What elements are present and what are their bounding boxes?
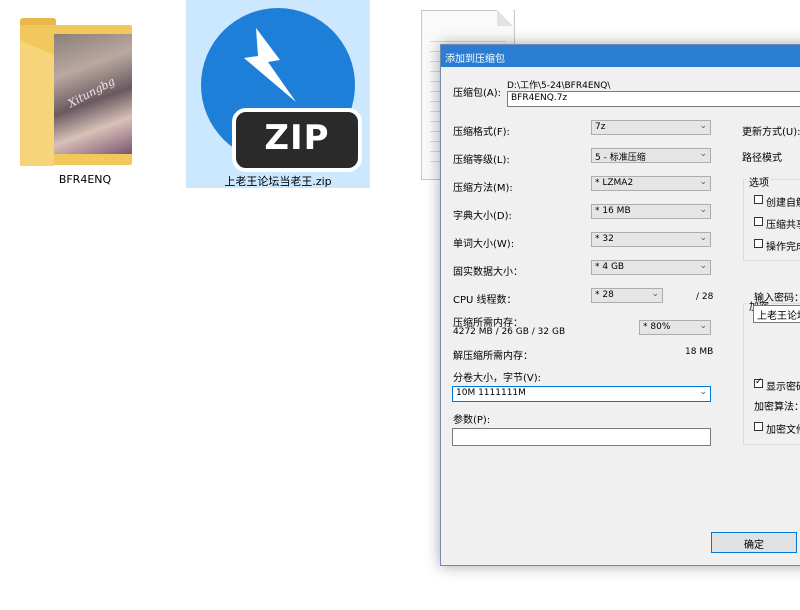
- cpu-value: * 28: [595, 290, 614, 300]
- cpu-select[interactable]: * 28 ⌄: [591, 288, 663, 303]
- archive-name-value: BFR4ENQ.7z: [511, 93, 568, 103]
- zip-badge-text: ZIP: [264, 118, 330, 158]
- archive-name-input[interactable]: BFR4ENQ.7z: [507, 91, 800, 107]
- folder-icon-front: [20, 40, 54, 166]
- zip-badge: ZIP: [232, 108, 362, 172]
- mem-select[interactable]: * 80% ⌄: [639, 320, 711, 335]
- solid-value: * 4 GB: [595, 262, 625, 272]
- ok-button[interactable]: 确定: [711, 532, 797, 553]
- folder-label: BFR4ENQ: [58, 173, 112, 186]
- chevron-down-icon: ⌄: [699, 149, 707, 159]
- password-value: 上老王论坛: [757, 311, 800, 322]
- zip-file-label: 上老王论坛当老王.zip: [224, 175, 332, 188]
- method-select[interactable]: * LZMA2 ⌄: [591, 176, 711, 191]
- word-value: * 32: [595, 234, 614, 244]
- method-label: 压缩方法(M):: [453, 183, 513, 194]
- format-value: 7z: [595, 122, 606, 132]
- cpu-label: CPU 线程数：: [453, 295, 517, 306]
- option-checkbox-2[interactable]: [754, 239, 763, 248]
- options-title: 选项: [747, 174, 771, 189]
- folder-item-bfr4enq[interactable]: Xitungbg BFR4ENQ: [0, 0, 170, 188]
- option-label-1: 压缩共享: [766, 220, 800, 231]
- chevron-down-icon: ⌄: [699, 177, 707, 187]
- level-value: 5 - 标准压缩: [595, 153, 646, 163]
- option-label-0: 创建自解: [766, 198, 800, 209]
- split-value: 10M 1111111M: [456, 388, 526, 398]
- password-label: 输入密码：: [754, 293, 800, 304]
- update-label: 更新方式(U):: [742, 127, 800, 138]
- password-input[interactable]: 上老王论坛: [753, 305, 800, 323]
- dialog-title: 添加到压缩包: [445, 54, 505, 65]
- cpu-total: / 28: [696, 292, 714, 302]
- solid-label: 固实数据大小：: [453, 267, 523, 278]
- path-mode-label: 路径模式: [742, 153, 782, 164]
- archive-label: 压缩包(A):: [453, 88, 502, 99]
- add-to-archive-dialog: 添加到压缩包 压缩包(A): D:\工作\5-24\BFR4ENQ\ BFR4E…: [440, 44, 800, 566]
- encrypt-names-checkbox[interactable]: [754, 422, 763, 431]
- zip-file-item[interactable]: ZIP 上老王论坛当老王.zip: [186, 0, 370, 188]
- decomp-value: 18 MB: [685, 347, 714, 357]
- dialog-titlebar[interactable]: 添加到压缩包: [441, 45, 800, 67]
- dict-value: * 16 MB: [595, 206, 631, 216]
- chevron-down-icon: ⌄: [699, 205, 707, 215]
- params-label: 参数(P):: [453, 415, 491, 426]
- chevron-down-icon: ⌄: [651, 289, 659, 299]
- chevron-down-icon: ⌄: [699, 321, 707, 331]
- format-select[interactable]: 7z ⌄: [591, 120, 711, 135]
- option-label-2: 操作完成: [766, 242, 800, 253]
- archive-path: D:\工作\5-24\BFR4ENQ\: [507, 81, 611, 91]
- option-checkbox-0[interactable]: [754, 195, 763, 204]
- encrypt-names-label: 加密文件: [766, 425, 800, 436]
- chevron-down-icon: ⌄: [699, 261, 707, 271]
- params-input[interactable]: [452, 428, 711, 446]
- ok-button-label: 确定: [744, 540, 764, 551]
- show-password-checkbox[interactable]: [754, 377, 763, 388]
- word-label: 单词大小(W):: [453, 239, 515, 250]
- dict-select[interactable]: * 16 MB ⌄: [591, 204, 711, 219]
- document-fold-corner: [497, 10, 513, 26]
- chevron-down-icon: ⌄: [699, 387, 707, 397]
- show-password-label: 显示密码: [766, 382, 800, 393]
- format-label: 压缩格式(F):: [453, 127, 510, 138]
- encrypt-method-label: 加密算法：: [754, 402, 800, 413]
- mem-detail: 4272 MB / 26 GB / 32 GB: [453, 327, 566, 337]
- chevron-down-icon: ⌄: [699, 121, 707, 131]
- level-select[interactable]: 5 - 标准压缩 ⌄: [591, 148, 711, 163]
- lightning-icon: [244, 28, 296, 102]
- word-select[interactable]: * 32 ⌄: [591, 232, 711, 247]
- level-label: 压缩等级(L):: [453, 155, 510, 166]
- dict-label: 字典大小(D):: [453, 211, 512, 222]
- decomp-label: 解压缩所需内存：: [453, 351, 533, 362]
- mem-value: * 80%: [643, 322, 671, 332]
- chevron-down-icon: ⌄: [699, 233, 707, 243]
- split-combo-input[interactable]: 10M 1111111M ⌄: [452, 386, 711, 402]
- solid-select[interactable]: * 4 GB ⌄: [591, 260, 711, 275]
- split-label: 分卷大小，字节(V):: [453, 373, 542, 384]
- method-value: * LZMA2: [595, 178, 634, 188]
- option-checkbox-1[interactable]: [754, 217, 763, 226]
